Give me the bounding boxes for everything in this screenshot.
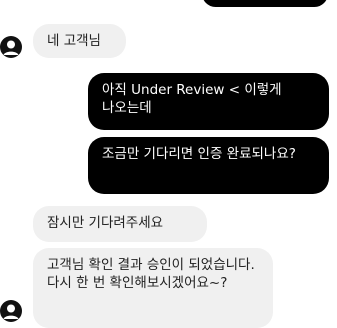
user-avatar-icon[interactable] <box>0 300 22 322</box>
outgoing-message-bubble <box>202 0 328 7</box>
outgoing-message-bubble: 조금만 기다리면 인증 완료되나요? <box>88 137 329 194</box>
incoming-message-bubble: 잠시만 기다려주세요 <box>33 206 207 242</box>
outgoing-message-bubble: 아직 Under Review < 이렇게 나오는데 <box>88 73 329 130</box>
incoming-message-bubble: 고객님 확인 결과 승인이 되었습니다. 다시 한 번 확인해보시겠어요~? <box>33 248 273 328</box>
incoming-message-bubble: 네 고객님 <box>33 24 126 58</box>
user-avatar-icon[interactable] <box>0 36 22 58</box>
